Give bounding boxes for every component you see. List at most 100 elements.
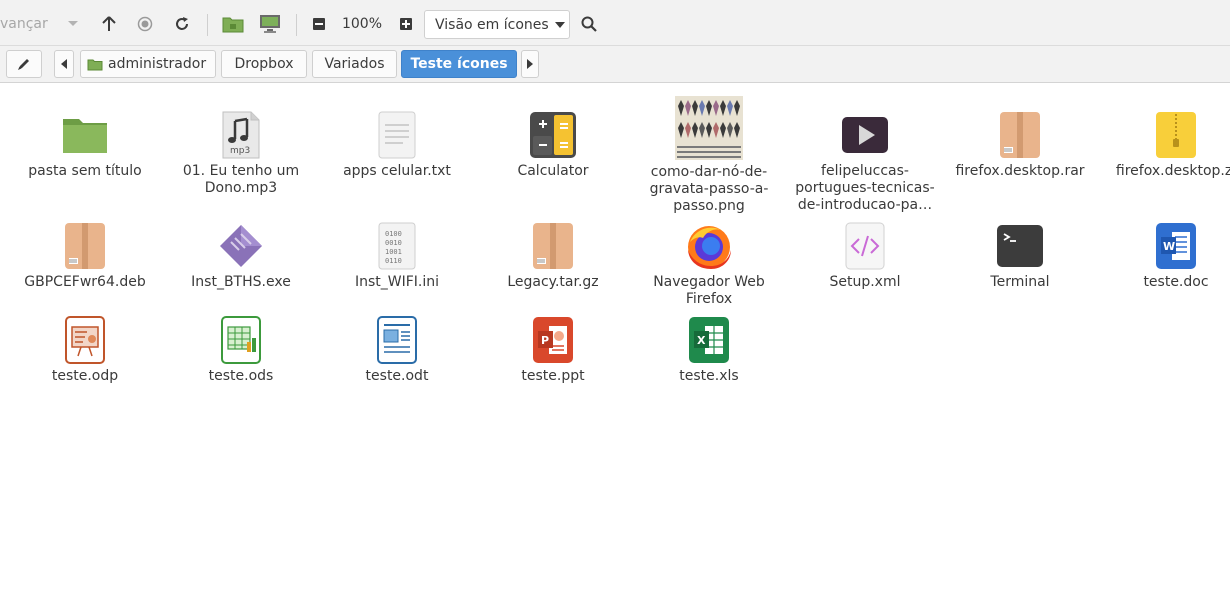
file-label: felipeluccas-portugues-tecnicas-de-intro… (795, 163, 935, 213)
path-bar: administrador Dropbox Variados Teste íco… (0, 46, 1230, 83)
file-label: teste.odp (51, 368, 119, 384)
file-label: Calculator (517, 163, 589, 179)
file-item[interactable]: GBPCEFwr64.deb (10, 222, 160, 291)
file-item[interactable]: Inst_BTHS.exe (166, 222, 316, 291)
crumb-label: Variados (324, 56, 385, 72)
crumb-label: Teste ícones (410, 56, 508, 72)
reload-button[interactable] (171, 8, 193, 40)
file-label: Terminal (990, 274, 1050, 290)
excel-icon: X (689, 317, 729, 363)
file-item[interactable]: Setup.xml (790, 222, 940, 291)
file-item[interactable]: 0100 0010 1001 0110 Inst_WIFI.ini (322, 222, 472, 291)
file-item[interactable]: Legacy.tar.gz (478, 222, 628, 291)
file-label: firefox.desktop.rar (955, 163, 1085, 179)
computer-icon (260, 15, 280, 33)
file-item[interactable]: X teste.xls (634, 316, 784, 385)
plus-icon (400, 18, 412, 30)
view-mode-label: Visão em ícones (435, 16, 549, 33)
crumb-label: Dropbox (234, 56, 294, 72)
zip-archive-icon (1156, 112, 1196, 158)
terminal-icon (997, 225, 1043, 267)
powerpoint-icon: P (533, 317, 573, 363)
toolbar: vançar 100% Visão em ícones (0, 0, 1230, 46)
xml-file-icon (845, 222, 885, 270)
presentation-icon (65, 316, 105, 364)
file-item[interactable]: firefox.desktop.zi (1101, 111, 1230, 180)
crumb-teste-icones[interactable]: Teste ícones (401, 50, 517, 78)
folder-icon (63, 119, 107, 153)
file-label: firefox.desktop.zi (1115, 163, 1230, 179)
text-document-icon (377, 316, 417, 364)
file-item[interactable]: apps celular.txt (322, 111, 472, 180)
stop-button[interactable] (134, 8, 156, 40)
svg-text:W: W (1163, 240, 1175, 253)
file-label: Inst_BTHS.exe (191, 274, 291, 290)
home-button[interactable] (220, 8, 246, 40)
home-folder-icon (222, 17, 244, 33)
search-button[interactable] (578, 8, 600, 40)
file-label: Legacy.tar.gz (507, 274, 599, 290)
chevron-left-icon (61, 59, 67, 69)
file-item[interactable]: Calculator (478, 111, 628, 180)
up-button[interactable] (98, 8, 120, 40)
view-mode-select[interactable]: Visão em ícones (424, 10, 570, 39)
svg-text:mp3: mp3 (230, 146, 250, 156)
crumb-dropbox[interactable]: Dropbox (221, 50, 307, 78)
firefox-icon (688, 226, 731, 269)
file-item[interactable]: Navegador Web Firefox (634, 222, 784, 308)
chevron-right-icon (527, 59, 533, 69)
file-label: 01. Eu tenho um Dono.mp3 (182, 163, 300, 196)
zoom-level[interactable]: 100% (338, 8, 386, 40)
svg-text:X: X (697, 334, 706, 347)
file-item[interactable]: teste.ods (166, 316, 316, 385)
minus-icon (313, 18, 325, 30)
file-item[interactable]: felipeluccas-portugues-tecnicas-de-intro… (790, 111, 940, 214)
file-item[interactable]: W teste.doc (1101, 222, 1230, 291)
zoom-out-button[interactable] (309, 8, 329, 40)
file-item[interactable]: teste.odp (10, 316, 160, 385)
word-document-icon: W (1156, 223, 1196, 269)
tar-archive-icon (533, 223, 573, 269)
file-item[interactable]: como-dar-nó-de-gravata-passo-a-passo.png (634, 96, 784, 215)
crumb-variados[interactable]: Variados (312, 50, 397, 78)
file-label: teste.xls (679, 368, 739, 384)
spreadsheet-icon (221, 316, 261, 364)
computer-button[interactable] (256, 8, 284, 40)
reload-icon (176, 17, 188, 30)
file-item[interactable]: teste.odt (322, 316, 472, 385)
file-label: apps celular.txt (343, 163, 451, 179)
file-item[interactable]: firefox.desktop.rar (945, 111, 1095, 180)
toggle-location-entry-button[interactable] (6, 50, 42, 78)
file-item[interactable]: Terminal (945, 222, 1095, 291)
file-label: Inst_WIFI.ini (354, 274, 440, 290)
deb-package-icon (65, 223, 105, 269)
zoom-level-label: 100% (341, 16, 383, 32)
svg-text:0110: 0110 (385, 257, 402, 265)
executable-icon (220, 225, 262, 267)
chevron-down-icon (554, 21, 565, 28)
forward-label: vançar (0, 16, 48, 32)
zoom-in-button[interactable] (396, 8, 416, 40)
svg-text:1001: 1001 (385, 248, 402, 256)
audio-file-icon: mp3 (222, 111, 260, 159)
file-label: teste.ppt (521, 368, 585, 384)
chevron-down-icon (68, 21, 78, 26)
crumb-administrador[interactable]: administrador (80, 50, 216, 78)
crumb-label: administrador (108, 56, 207, 72)
file-item[interactable]: pasta sem título (10, 111, 160, 180)
path-scroll-right-button[interactable] (521, 50, 539, 78)
file-label: teste.odt (365, 368, 429, 384)
file-item[interactable]: mp3 01. Eu tenho um Dono.mp3 (166, 111, 316, 197)
forward-button[interactable]: vançar (0, 8, 48, 40)
history-dropdown-button[interactable] (62, 8, 84, 40)
text-file-icon (378, 111, 416, 159)
file-item[interactable]: P teste.ppt (478, 316, 628, 385)
file-label: Navegador Web Firefox (653, 274, 765, 307)
file-label: como-dar-nó-de-gravata-passo-a-passo.png (649, 164, 769, 214)
file-manager-window: vançar 100% Visão em ícones administrado… (0, 0, 1230, 605)
path-scroll-left-button[interactable] (54, 50, 74, 78)
binary-file-icon: 0100001010010110 (378, 222, 416, 270)
file-label: GBPCEFwr64.deb (24, 274, 146, 290)
file-icon-view[interactable]: pasta sem título mp3 01. Eu tenho um Don… (0, 84, 1230, 605)
svg-text:0100: 0100 (385, 230, 402, 238)
